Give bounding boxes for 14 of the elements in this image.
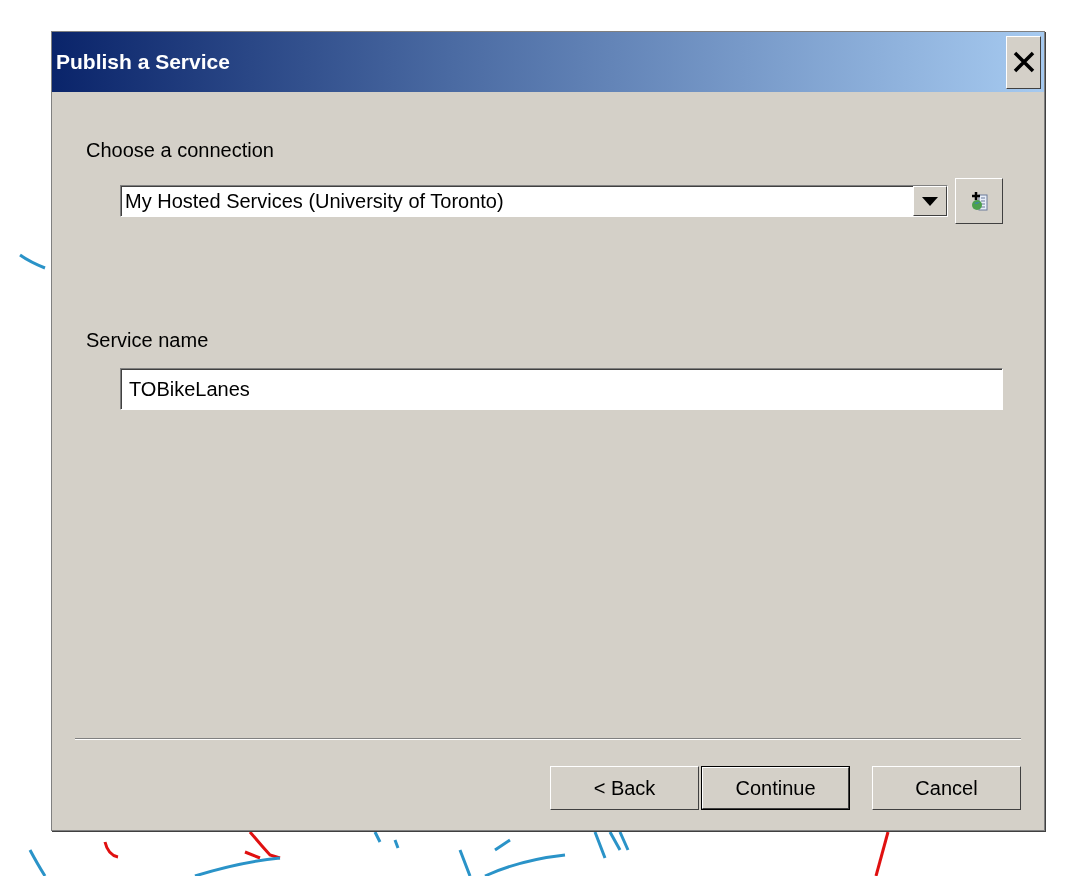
dialog-button[interactable]: Cancel [872,766,1021,810]
field-label: Choose a connection [86,138,274,162]
add-connection-button[interactable] [955,178,1003,224]
close-button[interactable] [1006,35,1041,89]
field-label: Service name [86,328,209,352]
service-name-field[interactable]: TOBikeLanes [120,368,1003,410]
connection-dropdown[interactable]: My Hosted Services (University of Toronto) [120,185,948,217]
close-icon [1012,51,1035,73]
dialog-button[interactable]: < Back [550,766,699,810]
dropdown-button[interactable] [913,186,947,216]
add-globe-icon [969,191,989,211]
caret-icon [922,196,938,206]
window-title: Publish a Service [56,50,230,74]
dialog-button[interactable]: Continue [701,766,850,810]
